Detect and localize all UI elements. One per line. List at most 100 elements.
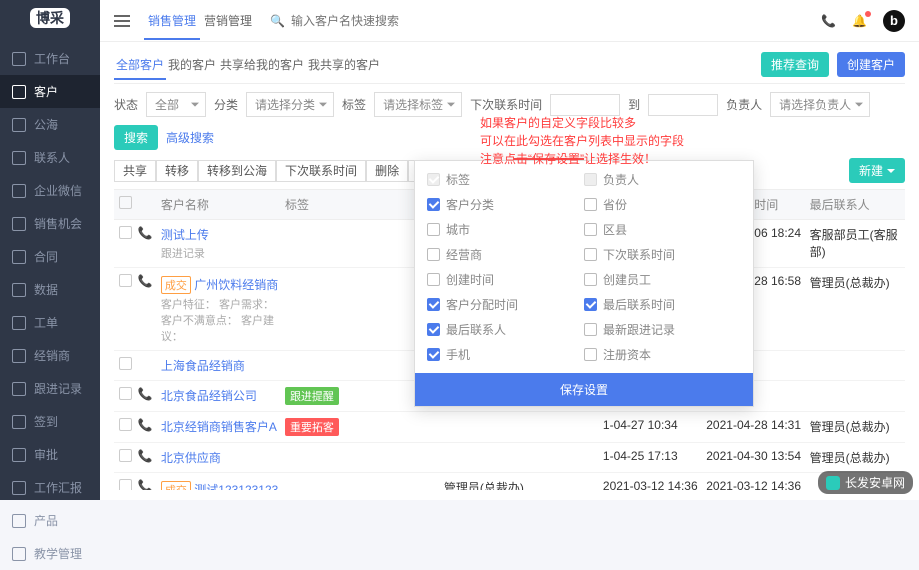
teach-icon <box>12 547 26 561</box>
customer-name-link[interactable]: 测试123123123 <box>194 483 278 490</box>
contract-icon <box>12 250 26 264</box>
column-checkbox-item[interactable]: 创建时间 <box>427 271 584 288</box>
tag-select[interactable]: 请选择标签 <box>374 92 462 117</box>
sidebar-item-wechat[interactable]: 企业微信 <box>0 174 100 207</box>
sidebar-item-product[interactable]: 产品 <box>0 504 100 537</box>
create-customer-button[interactable]: 创建客户 <box>837 52 905 77</box>
sidebar-item-follow[interactable]: 跟进记录 <box>0 372 100 405</box>
column-checkbox-item[interactable]: 负责人 <box>584 171 741 188</box>
sidebar-item-report[interactable]: 工作汇报 <box>0 471 100 504</box>
sidebar-item-contact[interactable]: 联系人 <box>0 141 100 174</box>
column-checkbox-item[interactable]: 城市 <box>427 221 584 238</box>
row-subtext: 客户特征： 客户需求：客户不满意点： 客户建议： <box>161 296 285 344</box>
checkbox-label: 区县 <box>603 221 627 238</box>
promote-query-button[interactable]: 推荐查询 <box>761 52 829 77</box>
row-checkbox[interactable] <box>119 274 132 287</box>
brand-avatar[interactable]: b <box>883 10 905 32</box>
sidebar-item-dealer[interactable]: 经销商 <box>0 339 100 372</box>
column-checkbox-item[interactable]: 注册资本 <box>584 346 741 363</box>
owner-select[interactable]: 请选择负责人 <box>770 92 870 117</box>
sidebar-item-sea[interactable]: 公海 <box>0 108 100 141</box>
sidebar-item-workorder[interactable]: 工单 <box>0 306 100 339</box>
sidebar-item-sign[interactable]: 签到 <box>0 405 100 438</box>
customer-name-link[interactable]: 上海食品经销商 <box>161 359 245 373</box>
date-from-input[interactable] <box>550 94 620 116</box>
sidebar-item-workbench[interactable]: 工作台 <box>0 42 100 75</box>
checkbox-label: 城市 <box>446 221 470 238</box>
column-checkbox-item[interactable]: 客户分类 <box>427 196 584 213</box>
category-select[interactable]: 请选择分类 <box>246 92 334 117</box>
new-dropdown[interactable]: 新建 <box>849 158 905 183</box>
cell-last-time: 2021-04-30 13:54 <box>706 449 809 463</box>
customer-name-link[interactable]: 北京食品经销公司 <box>161 389 257 403</box>
save-settings-button[interactable]: 保存设置 <box>415 373 753 406</box>
sidebar-item-label: 跟进记录 <box>34 380 82 397</box>
phone-icon[interactable]: 📞 <box>138 274 153 288</box>
topbar: 销售管理营销管理 🔍 📞 🔔 b <box>100 0 919 42</box>
subtab[interactable]: 我共享的客户 <box>306 58 382 78</box>
column-checkbox-item[interactable]: 标签 <box>427 171 584 188</box>
sidebar-item-customer[interactable]: 客户 <box>0 75 100 108</box>
row-checkbox[interactable] <box>119 387 132 400</box>
nav-tab[interactable]: 营销管理 <box>200 14 256 38</box>
column-checkbox-item[interactable]: 最后联系时间 <box>584 296 741 313</box>
phone-icon[interactable]: 📞 <box>138 449 153 463</box>
select-all-checkbox[interactable] <box>119 196 132 209</box>
toolbar-button[interactable]: 共享 <box>114 160 156 182</box>
phone-icon[interactable]: 📞 <box>138 226 153 240</box>
sidebar-item-contract[interactable]: 合同 <box>0 240 100 273</box>
sidebar-item-data[interactable]: 数据 <box>0 273 100 306</box>
cell-assign-time: 1-04-25 17:13 <box>603 449 706 463</box>
row-checkbox[interactable] <box>119 226 132 239</box>
customer-name-link[interactable]: 北京经销商销售客户A <box>161 420 277 434</box>
row-checkbox[interactable] <box>119 449 132 462</box>
phone-icon[interactable]: 📞 <box>138 387 153 401</box>
workorder-icon <box>12 316 26 330</box>
checkbox-icon <box>427 323 440 336</box>
toolbar-button[interactable]: 转移 <box>156 160 198 182</box>
customer-name-link[interactable]: 测试上传 <box>161 228 209 242</box>
column-checkbox-item[interactable]: 省份 <box>584 196 741 213</box>
subtab[interactable]: 全部客户 <box>114 58 166 80</box>
status-select[interactable]: 全部 <box>146 92 206 117</box>
table-row: 📞北京供应商1-04-25 17:132021-04-30 13:54管理员(总… <box>114 443 905 473</box>
column-checkbox-item[interactable]: 客户分配时间 <box>427 296 584 313</box>
sidebar-item-opportunity[interactable]: 销售机会 <box>0 207 100 240</box>
menu-toggle-icon[interactable] <box>114 15 130 27</box>
bell-icon[interactable]: 🔔 <box>852 14 867 28</box>
toolbar-button[interactable]: 删除 <box>366 160 408 182</box>
column-checkbox-item[interactable]: 最新跟进记录 <box>584 321 741 338</box>
subtab[interactable]: 共享给我的客户 <box>218 58 306 78</box>
toolbar-button[interactable]: 下次联系时间 <box>276 160 366 182</box>
sidebar-item-approval[interactable]: 审批 <box>0 438 100 471</box>
customer-name-link[interactable]: 广州饮料经销商 <box>194 278 278 292</box>
toolbar-button[interactable]: 转移到公海 <box>198 160 276 182</box>
cell-last-person: 管理员(总裁办) <box>810 418 905 435</box>
customer-name-link[interactable]: 北京供应商 <box>161 451 221 465</box>
search-input[interactable] <box>291 14 807 28</box>
phone-icon[interactable]: 📞 <box>138 479 153 490</box>
checkbox-icon <box>427 198 440 211</box>
nav-tab[interactable]: 销售管理 <box>144 14 200 40</box>
phone-icon[interactable]: 📞 <box>138 418 153 432</box>
th-name: 客户名称 <box>157 196 285 213</box>
column-checkbox-item[interactable]: 手机 <box>427 346 584 363</box>
row-checkbox[interactable] <box>119 418 132 431</box>
phone-icon[interactable]: 📞 <box>821 14 836 28</box>
column-checkbox-item[interactable]: 区县 <box>584 221 741 238</box>
checkbox-icon <box>584 298 597 311</box>
sidebar-item-teach[interactable]: 教学管理 <box>0 537 100 570</box>
column-checkbox-item[interactable]: 创建员工 <box>584 271 741 288</box>
search-button[interactable]: 搜索 <box>114 125 158 150</box>
date-to-input[interactable] <box>648 94 718 116</box>
global-search[interactable]: 🔍 <box>270 14 807 28</box>
subtab[interactable]: 我的客户 <box>166 58 218 78</box>
row-checkbox[interactable] <box>119 357 132 370</box>
cell-last-person: 管理员(总裁办) <box>810 274 905 291</box>
advanced-search-link[interactable]: 高级搜索 <box>166 129 214 146</box>
column-checkbox-item[interactable]: 经营商 <box>427 246 584 263</box>
column-checkbox-item[interactable]: 最后联系人 <box>427 321 584 338</box>
column-checkbox-item[interactable]: 下次联系时间 <box>584 246 741 263</box>
sidebar-item-label: 联系人 <box>34 149 70 166</box>
row-checkbox[interactable] <box>119 479 132 490</box>
